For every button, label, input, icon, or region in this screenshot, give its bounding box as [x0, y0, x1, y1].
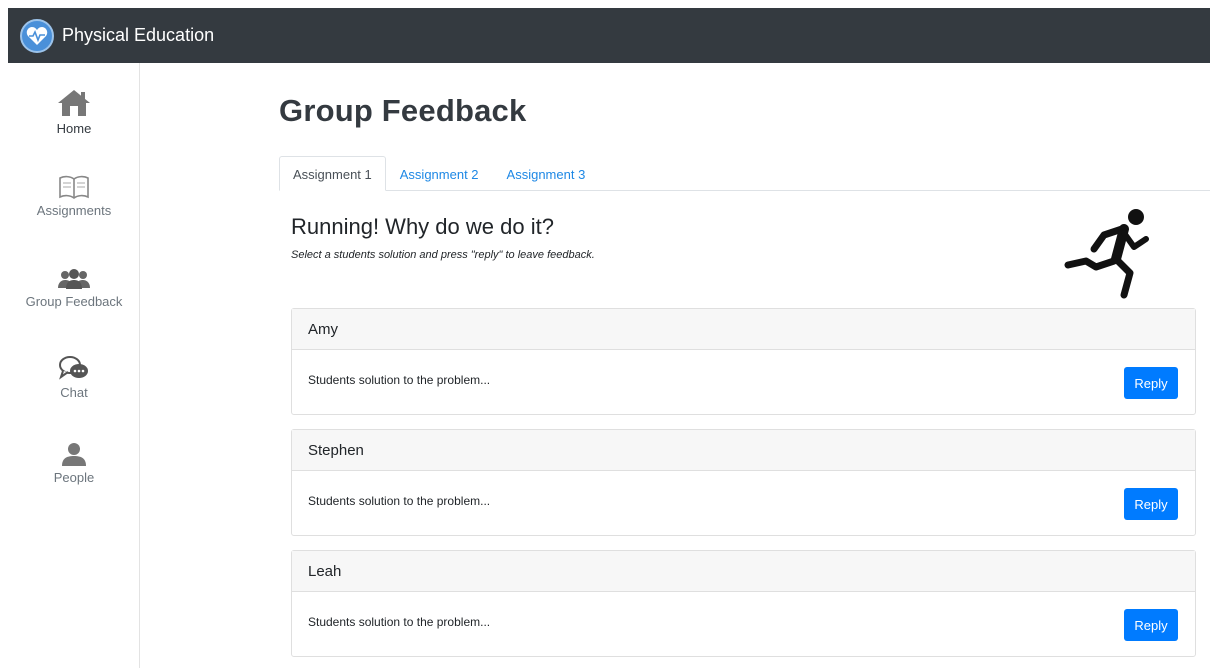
- sidebar-item-chat[interactable]: Chat: [8, 355, 140, 400]
- sidebar-item-label: Group Feedback: [25, 294, 123, 309]
- submission-card: Leah Students solution to the problem...…: [291, 550, 1196, 657]
- reply-button[interactable]: Reply: [1124, 367, 1178, 399]
- book-icon: [59, 175, 89, 199]
- running-person-icon: [1064, 209, 1149, 299]
- student-name: Amy: [292, 309, 1195, 350]
- sidebar-item-label: People: [53, 470, 95, 485]
- solution-text: Students solution to the problem...: [308, 615, 491, 629]
- sidebar-item-label: Home: [56, 121, 92, 136]
- solution-text: Students solution to the problem...: [308, 373, 491, 387]
- reply-button[interactable]: Reply: [1124, 609, 1178, 641]
- tab-assignment-1[interactable]: Assignment 1: [279, 156, 386, 191]
- student-name: Stephen: [292, 430, 1195, 471]
- tab-assignment-3[interactable]: Assignment 3: [493, 156, 600, 191]
- heart-logo-icon[interactable]: [20, 18, 54, 53]
- group-icon: [58, 269, 90, 289]
- sidebar-item-label: Assignments: [36, 203, 112, 218]
- sidebar-item-label: Chat: [60, 385, 88, 400]
- assignment-tabs: Assignment 1 Assignment 2 Assignment 3: [279, 156, 1210, 191]
- sidebar-item-assignments[interactable]: Assignments: [8, 175, 140, 218]
- sidebar-item-home[interactable]: Home: [8, 89, 140, 136]
- top-navbar: Physical Education: [8, 8, 1210, 63]
- solution-text: Students solution to the problem...: [308, 494, 491, 508]
- chat-icon: [59, 356, 88, 380]
- sidebar: Home Assignments Group Feedback Chat Peo…: [8, 63, 140, 668]
- sidebar-item-people[interactable]: People: [8, 442, 140, 485]
- reply-button[interactable]: Reply: [1124, 488, 1178, 520]
- tab-assignment-2[interactable]: Assignment 2: [386, 156, 493, 191]
- submission-card: Stephen Students solution to the problem…: [291, 429, 1196, 536]
- main-content: Group Feedback Assignment 1 Assignment 2…: [140, 63, 1210, 668]
- student-name: Leah: [292, 551, 1195, 592]
- submission-card: Amy Students solution to the problem... …: [291, 308, 1196, 415]
- page-title: Group Feedback: [279, 93, 527, 128]
- app-title[interactable]: Physical Education: [62, 25, 214, 46]
- assignment-instructions: Select a students solution and press "re…: [291, 249, 595, 261]
- person-icon: [62, 443, 86, 466]
- home-icon: [58, 90, 90, 116]
- sidebar-item-group-feedback[interactable]: Group Feedback: [8, 268, 140, 309]
- assignment-title: Running! Why do we do it?: [291, 214, 554, 239]
